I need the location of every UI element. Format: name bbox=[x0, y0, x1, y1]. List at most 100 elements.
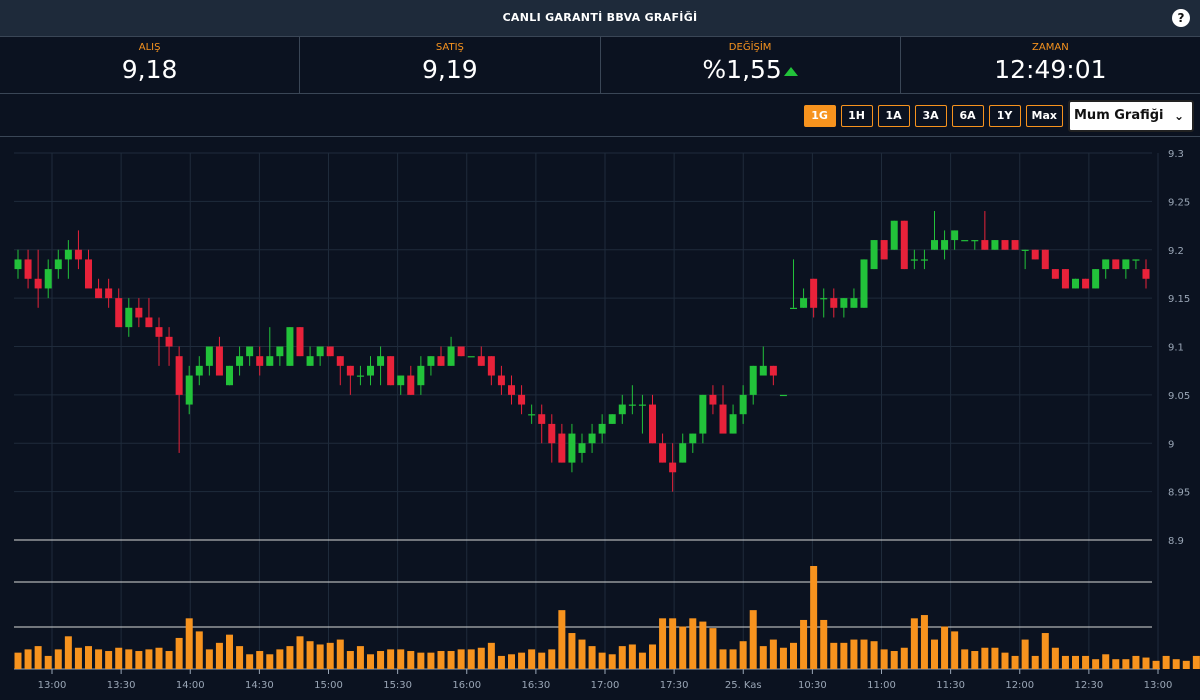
x-tick-label: 15:00 bbox=[314, 680, 343, 691]
volume-bar bbox=[54, 649, 62, 669]
volume-bar bbox=[628, 644, 636, 669]
candle-body bbox=[246, 346, 254, 357]
volume-bar bbox=[1192, 655, 1200, 669]
volume-bar bbox=[679, 626, 687, 669]
page-title: CANLI GARANTİ BBVA GRAFİĞİ bbox=[502, 11, 698, 24]
quote-stats: ALIŞ 9,18 SATIŞ 9,19 DEĞİŞİM %1,55 ZAMAN… bbox=[0, 37, 1200, 94]
stat-bid-label: ALIŞ bbox=[138, 42, 161, 53]
x-tick-label: 12:30 bbox=[1074, 680, 1103, 691]
candle-body bbox=[618, 404, 626, 415]
volume-bar bbox=[185, 618, 193, 669]
volume-bar bbox=[457, 649, 465, 669]
volume-bar bbox=[346, 651, 354, 669]
candle-body bbox=[941, 240, 949, 250]
candle-body bbox=[1041, 249, 1049, 270]
candle-body bbox=[910, 259, 918, 261]
candle-body bbox=[981, 240, 989, 250]
range-1y-button[interactable]: 1Y bbox=[988, 105, 1021, 127]
y-tick-label: 8.95 bbox=[1168, 488, 1190, 499]
help-icon[interactable]: ? bbox=[1172, 9, 1190, 27]
range-1a-button[interactable]: 1A bbox=[877, 105, 910, 127]
x-tick-label: 17:30 bbox=[660, 680, 689, 691]
candle-body bbox=[850, 298, 858, 308]
volume-bar bbox=[719, 649, 727, 669]
candlestick-chart[interactable]: 13:00 13:30 14:00 14:30 15:00 15:30 16:00 16:30… bbox=[0, 138, 1200, 700]
candle-body bbox=[316, 346, 324, 357]
candle-body bbox=[628, 404, 636, 406]
volume-bar bbox=[578, 639, 586, 669]
candle-body bbox=[971, 240, 979, 242]
candle-body bbox=[64, 249, 72, 260]
volume-bar bbox=[125, 649, 133, 669]
candle-body bbox=[487, 356, 495, 376]
volume-bar bbox=[981, 647, 989, 669]
volume-bar bbox=[1132, 655, 1140, 669]
volume-bar bbox=[246, 654, 254, 669]
volume-bar bbox=[1182, 660, 1190, 669]
volume-bar bbox=[518, 652, 526, 669]
x-tick-label: 16:30 bbox=[521, 680, 550, 691]
candle-body bbox=[34, 278, 42, 289]
candle-body bbox=[638, 404, 646, 406]
volume-bar bbox=[215, 642, 223, 669]
candle-body bbox=[1112, 259, 1120, 270]
candle-body bbox=[467, 356, 475, 358]
volume-bar bbox=[326, 642, 334, 669]
candle-body bbox=[649, 404, 656, 444]
range-3a-button[interactable]: 3A bbox=[914, 105, 947, 127]
candle-body bbox=[1122, 259, 1130, 270]
candle-body bbox=[205, 346, 213, 366]
x-tick-label: 11:00 bbox=[867, 680, 896, 691]
volume-bar bbox=[1061, 655, 1069, 669]
volume-bar bbox=[165, 651, 173, 669]
y-tick-label: 9.05 bbox=[1168, 391, 1190, 402]
volume-bar bbox=[64, 636, 72, 669]
candle-body bbox=[256, 356, 264, 366]
volume-bar bbox=[1162, 655, 1170, 669]
y-tick-label: 9.2 bbox=[1168, 246, 1184, 257]
candle-body bbox=[890, 220, 898, 250]
volume-bar bbox=[195, 631, 203, 669]
volume-bar bbox=[205, 649, 213, 669]
volume-bar bbox=[407, 651, 415, 669]
arrow-up-icon bbox=[783, 67, 798, 76]
candle-body bbox=[1001, 240, 1009, 250]
candle-body bbox=[598, 423, 606, 434]
candle-body bbox=[1011, 240, 1019, 250]
candle-body bbox=[961, 240, 969, 242]
candle-body bbox=[215, 346, 223, 376]
chart-type-select[interactable]: Mum Grafiği ⌄ bbox=[1068, 100, 1194, 132]
candle-body bbox=[115, 298, 123, 328]
candle-body bbox=[830, 298, 838, 308]
volume-bar bbox=[951, 631, 959, 669]
candle-body bbox=[266, 356, 274, 366]
candle-body bbox=[165, 336, 173, 347]
candle-body bbox=[689, 433, 697, 444]
chevron-down-icon: ⌄ bbox=[1173, 109, 1184, 123]
candle-body bbox=[508, 385, 515, 395]
volume-bar bbox=[800, 619, 808, 669]
volume-bar bbox=[24, 649, 32, 669]
range-max-button[interactable]: Max bbox=[1025, 105, 1063, 127]
volume-bar bbox=[588, 646, 596, 669]
candle-body bbox=[870, 240, 878, 270]
range-1g-button[interactable]: 1G bbox=[803, 105, 836, 127]
volume-bar bbox=[729, 649, 737, 669]
x-tick-label: 14:30 bbox=[245, 680, 274, 691]
volume-bar bbox=[356, 646, 364, 669]
volume-bar bbox=[709, 628, 717, 669]
stat-ask: SATIŞ 9,19 bbox=[300, 37, 601, 93]
y-tick-label: 8.9 bbox=[1168, 536, 1184, 547]
volume-bar bbox=[850, 639, 858, 669]
candle-body bbox=[790, 307, 797, 309]
candle-body bbox=[125, 307, 133, 328]
stat-ask-label: SATIŞ bbox=[435, 42, 464, 53]
volume-bar bbox=[568, 633, 576, 669]
candle-body bbox=[800, 298, 808, 308]
candle-body bbox=[769, 365, 777, 376]
stat-time: ZAMAN 12:49:01 bbox=[901, 37, 1200, 93]
range-1h-button[interactable]: 1H bbox=[840, 105, 873, 127]
range-6a-button[interactable]: 6A bbox=[951, 105, 984, 127]
candle-body bbox=[407, 375, 415, 395]
candle-body bbox=[44, 269, 52, 289]
